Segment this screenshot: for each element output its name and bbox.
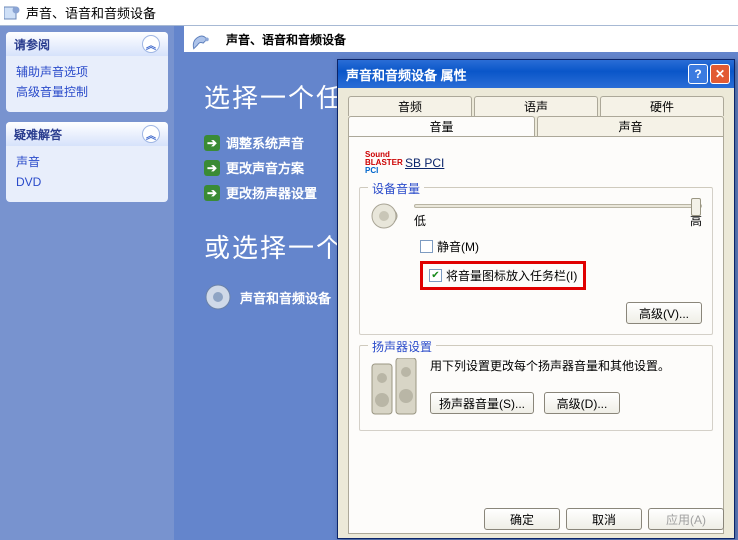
device-row: SoundBLASTERPCI SB PCI	[365, 151, 713, 175]
task-label: 更改声音方案	[226, 158, 304, 177]
collapse-icon[interactable]: ︽	[142, 125, 160, 143]
sidebar-link[interactable]: 声音	[16, 152, 158, 172]
cancel-button[interactable]: 取消	[566, 508, 642, 530]
group-legend: 设备音量	[368, 180, 424, 197]
highlight-box: ✔ 将音量图标放入任务栏(I)	[420, 261, 586, 290]
tab-voice[interactable]: 语声	[474, 96, 598, 116]
panel-title: 疑难解答	[14, 126, 62, 143]
dialog-button-row: 确定 取消 应用(A)	[348, 508, 724, 530]
category-small-icon	[4, 5, 20, 21]
category-header-text: 声音、语音和音频设备	[226, 31, 346, 48]
device-volume-group: 设备音量 低 高 静音(M) ✔	[359, 187, 713, 335]
sidebar-panel-troubleshoot: 疑难解答 ︽ 声音 DVD	[6, 122, 168, 202]
slider-thumb[interactable]	[691, 198, 701, 216]
panel-title: 请参阅	[14, 36, 50, 53]
go-arrow-icon: ➔	[204, 160, 220, 176]
collapse-icon[interactable]: ︽	[142, 35, 160, 53]
volume-slider[interactable]: 低 高	[414, 204, 702, 229]
volume-advanced-button[interactable]: 高级(V)...	[626, 302, 702, 324]
task-label: 调整系统声音	[226, 133, 304, 152]
mute-label: 静音(M)	[437, 238, 479, 255]
volume-speaker-icon	[370, 200, 402, 232]
sidebar-link[interactable]: 辅助声音选项	[16, 62, 158, 82]
speaker-icon	[204, 283, 232, 311]
sidebar-link[interactable]: DVD	[16, 172, 158, 192]
speaker-volume-button[interactable]: 扬声器音量(S)...	[430, 392, 534, 414]
go-arrow-icon: ➔	[204, 185, 220, 201]
tab-panel-volume: SoundBLASTERPCI SB PCI 设备音量 低 高 静音(	[348, 136, 724, 534]
panel-header[interactable]: 疑难解答 ︽	[6, 122, 168, 146]
tab-sounds[interactable]: 声音	[537, 116, 724, 136]
tab-audio[interactable]: 音频	[348, 96, 472, 116]
tab-hardware[interactable]: 硬件	[600, 96, 724, 116]
ok-button[interactable]: 确定	[484, 508, 560, 530]
speaker-settings-group: 扬声器设置 用下列设置更改每个扬声器音量和其他设置。 扬声器音量(S)... 高…	[359, 345, 713, 431]
go-arrow-icon: ➔	[204, 135, 220, 151]
sidebar-link[interactable]: 高级音量控制	[16, 82, 158, 102]
apply-button[interactable]: 应用(A)	[648, 508, 724, 530]
task-label: 更改扬声器设置	[226, 183, 317, 202]
dialog-titlebar[interactable]: 声音和音频设备 属性 ? ✕	[338, 60, 734, 88]
help-button[interactable]: ?	[688, 64, 708, 84]
sidebar: 请参阅 ︽ 辅助声音选项 高级音量控制 疑难解答 ︽ 声音 DVD	[0, 26, 174, 540]
properties-dialog: 声音和音频设备 属性 ? ✕ 音频 语声 硬件 音量 声音 SoundBLAST…	[337, 59, 735, 539]
address-title: 声音、语音和音频设备	[26, 3, 156, 22]
sound-category-icon	[190, 30, 220, 60]
slider-low-label: 低	[414, 212, 426, 229]
close-button[interactable]: ✕	[710, 64, 730, 84]
sidebar-panel-see-also: 请参阅 ︽ 辅助声音选项 高级音量控制	[6, 32, 168, 112]
checkbox-icon[interactable]	[420, 240, 433, 253]
speaker-advanced-button[interactable]: 高级(D)...	[544, 392, 620, 414]
group-legend: 扬声器设置	[368, 338, 436, 355]
tab-volume[interactable]: 音量	[348, 116, 535, 136]
panel-header[interactable]: 请参阅 ︽	[6, 32, 168, 56]
sound-blaster-icon: SoundBLASTERPCI	[365, 151, 397, 175]
checkbox-icon[interactable]: ✔	[429, 269, 442, 282]
taskbar-icon-checkbox-row[interactable]: ✔ 将音量图标放入任务栏(I)	[420, 261, 702, 290]
speakers-icon	[370, 358, 422, 420]
taskbar-icon-label: 将音量图标放入任务栏(I)	[446, 267, 577, 284]
device-link[interactable]: SB PCI	[405, 156, 444, 170]
address-bar: 声音、语音和音频设备	[0, 0, 738, 26]
category-item-label: 声音和音频设备	[240, 288, 331, 307]
mute-checkbox-row[interactable]: 静音(M)	[420, 238, 702, 255]
category-header-bar: 声音、语音和音频设备	[184, 26, 738, 52]
dialog-title: 声音和音频设备 属性	[342, 65, 686, 84]
tab-strip: 音频 语声 硬件 音量 声音	[338, 88, 734, 136]
speaker-desc: 用下列设置更改每个扬声器音量和其他设置。	[430, 358, 702, 374]
